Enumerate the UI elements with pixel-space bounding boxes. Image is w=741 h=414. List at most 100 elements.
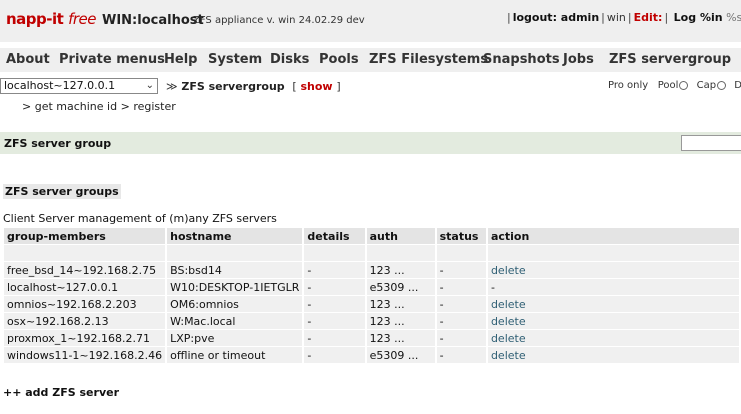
server-groups-table: group-members hostname details auth stat… <box>2 227 741 364</box>
cell-group <box>4 245 166 261</box>
menu-pools[interactable]: Pools <box>319 52 359 67</box>
appliance-version: ZFS appliance v. win 24.02.29 dev <box>193 15 365 26</box>
menu-private-menus[interactable]: Private menus <box>59 52 165 67</box>
pool-label: Pool <box>657 80 679 91</box>
server-select[interactable]: localhost~127.0.0.1 ⌄ <box>0 78 158 94</box>
cell-status: - <box>436 279 486 295</box>
menu-snapshots[interactable]: Snapshots <box>483 52 560 67</box>
cell-auth[interactable]: e5309 ... <box>366 347 435 363</box>
win-link[interactable]: win <box>607 11 626 24</box>
edit-link[interactable]: Edit: <box>634 11 663 24</box>
logo-free: free <box>68 10 96 28</box>
cell-status: - <box>436 296 486 312</box>
table-row: windows11-1~192.168.2.46 offline or time… <box>4 347 739 363</box>
cell-group: localhost~127.0.0.1 <box>4 279 166 295</box>
cell-status: - <box>436 347 486 363</box>
cap-radio[interactable] <box>717 80 727 90</box>
cell-hostname: offline or timeout <box>167 347 303 363</box>
get-machine-id-link[interactable]: get machine id <box>35 100 117 113</box>
cell-status <box>436 245 486 261</box>
display-prefs: Pro only Pool Cap D <box>608 80 741 91</box>
menu-zfs-servergroup[interactable]: ZFS servergroup <box>609 52 731 67</box>
user-box: |logout: admin|win|Edit:| Log %in %sys <box>505 11 741 24</box>
logo-main: napp-it <box>6 10 64 28</box>
breadcrumb: ≫ ZFS servergroup [ show ] <box>166 80 341 93</box>
cell-auth[interactable]: 123 ... <box>366 313 435 329</box>
top-bar: napp-it free WIN:localhost ZFS appliance… <box>0 0 741 42</box>
col-hostname: hostname <box>167 228 303 244</box>
delete-link[interactable]: delete <box>487 313 739 329</box>
section-description: Client Server management of (m)any ZFS s… <box>3 212 277 225</box>
zfs-server-group-panel: ZFS server group <box>0 132 741 154</box>
bracket-open: [ <box>292 80 297 93</box>
cell-details: - <box>304 347 365 363</box>
cell-details: - <box>304 296 365 312</box>
menu-about[interactable]: About <box>6 52 50 67</box>
section-title: ZFS server groups <box>3 184 121 199</box>
col-auth: auth <box>366 228 435 244</box>
menu-disks[interactable]: Disks <box>270 52 309 67</box>
submenu-arrow: > <box>120 100 130 113</box>
cell-auth <box>366 245 435 261</box>
table-row: osx~192.168.2.13 W:Mac.local - 123 ... -… <box>4 313 739 329</box>
table-header-row: group-members hostname details auth stat… <box>4 228 739 244</box>
delete-link[interactable]: delete <box>487 347 739 363</box>
napp-it-logo[interactable]: napp-it free <box>6 10 96 28</box>
delete-link[interactable]: delete <box>487 262 739 278</box>
col-group-members: group-members <box>4 228 166 244</box>
panel-title: ZFS server group <box>4 137 112 150</box>
delete-link[interactable]: delete <box>487 296 739 312</box>
cell-details: - <box>304 279 365 295</box>
cell-hostname: LXP:pve <box>167 330 303 346</box>
main-menu: About Private menus Help System Disks Po… <box>0 48 741 72</box>
table-row: free_bsd_14~192.168.2.75 BS:bsd14 - 123 … <box>4 262 739 278</box>
cell-group: windows11-1~192.168.2.46 <box>4 347 166 363</box>
cell-status: - <box>436 330 486 346</box>
cell-action: - <box>487 279 739 295</box>
cell-hostname <box>167 245 303 261</box>
cell-details <box>304 245 365 261</box>
logout-link[interactable]: logout: admin <box>513 11 599 24</box>
cell-group: free_bsd_14~192.168.2.75 <box>4 262 166 278</box>
cell-auth[interactable]: 123 ... <box>366 296 435 312</box>
log-in-link[interactable]: Log %in <box>674 11 723 24</box>
cap-label: Cap <box>696 80 717 91</box>
pro-only-label[interactable]: Pro only <box>608 80 648 91</box>
cell-details: - <box>304 262 365 278</box>
menu-zfs-filesystems[interactable]: ZFS Filesystems <box>369 52 488 67</box>
cell-auth[interactable]: 123 ... <box>366 330 435 346</box>
col-details: details <box>304 228 365 244</box>
submenu: > get machine id > register <box>22 100 176 113</box>
cell-auth[interactable]: e5309 ... <box>366 279 435 295</box>
breadcrumb-current[interactable]: ZFS servergroup <box>181 80 284 93</box>
table-row: localhost~127.0.0.1 W10:DESKTOP-1IETGLR … <box>4 279 739 295</box>
d-label: D <box>734 80 741 91</box>
cell-details: - <box>304 313 365 329</box>
menu-help[interactable]: Help <box>164 52 197 67</box>
cell-action <box>487 245 739 261</box>
cell-hostname: W10:DESKTOP-1IETGLR <box>167 279 303 295</box>
cell-details: - <box>304 330 365 346</box>
submenu-arrow: > <box>22 100 32 113</box>
menu-system[interactable]: System <box>208 52 262 67</box>
show-link[interactable]: show <box>300 80 332 93</box>
col-status: status <box>436 228 486 244</box>
cell-hostname: W:Mac.local <box>167 313 303 329</box>
table-row <box>4 245 739 261</box>
search-input[interactable] <box>681 135 741 151</box>
breadcrumb-arrow: ≫ <box>166 80 178 93</box>
cell-group: proxmox_1~192.168.2.71 <box>4 330 166 346</box>
server-select-value: localhost~127.0.0.1 <box>4 79 116 92</box>
col-action: action <box>487 228 739 244</box>
delete-link[interactable]: delete <box>487 330 739 346</box>
register-link[interactable]: register <box>133 100 175 113</box>
cell-auth[interactable]: 123 ... <box>366 262 435 278</box>
menu-jobs[interactable]: Jobs <box>563 52 594 67</box>
pool-radio[interactable] <box>679 80 689 90</box>
add-zfs-server-link[interactable]: ++ add ZFS server <box>3 386 119 399</box>
sys-link[interactable]: %sys <box>726 11 741 24</box>
bracket-close: ] <box>336 80 341 93</box>
cell-status: - <box>436 313 486 329</box>
cell-group: omnios~192.168.2.203 <box>4 296 166 312</box>
host-label: WIN:localhost <box>102 13 204 28</box>
